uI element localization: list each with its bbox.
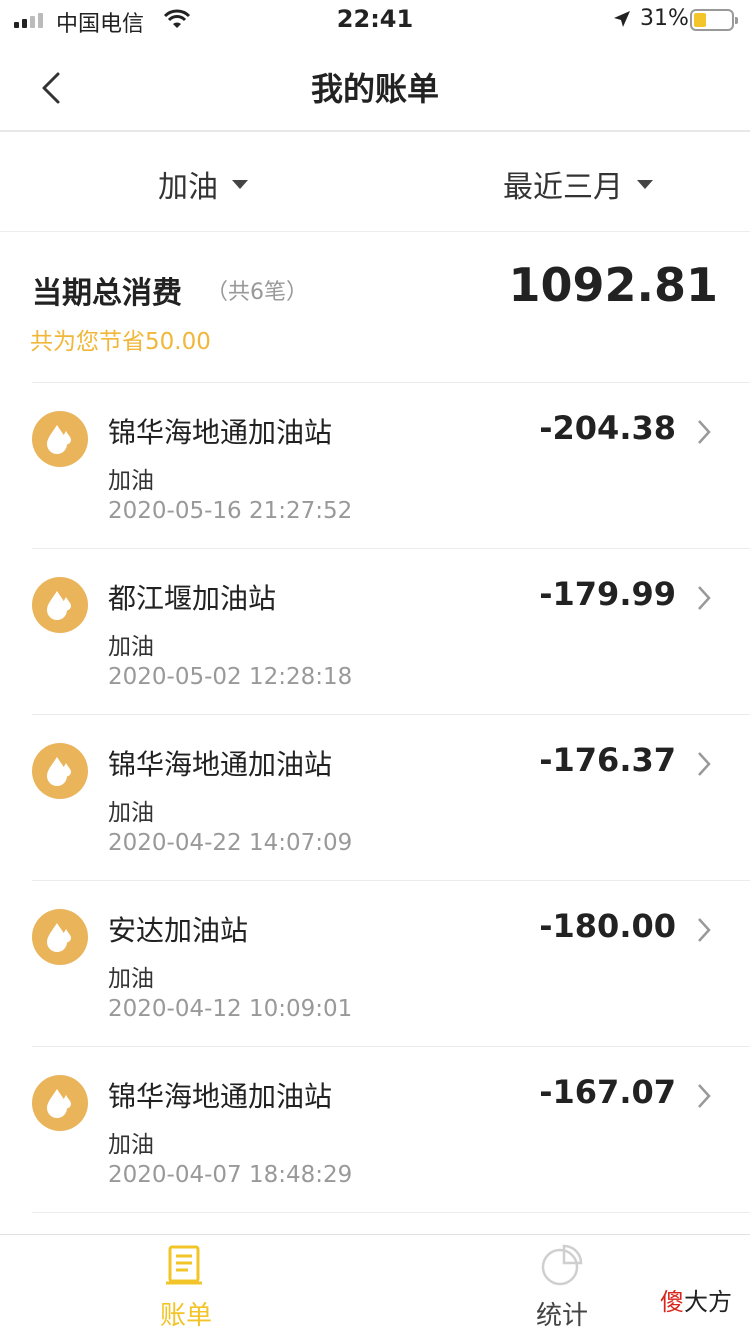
tab-bill-label: 账单 [159,1301,212,1331]
range-filter-label: 最近三月 [503,170,623,205]
summary-count: （共6笔） [206,280,308,305]
transaction-name: 锦华海地通加油站 [108,1080,333,1113]
summary-section: 当期总消费 （共6笔） 1092.81 共为您节省50.00 [0,232,750,382]
transaction-name: 锦华海地通加油站 [108,748,333,781]
list-divider [32,1212,750,1213]
transaction-time: 2020-04-12 10:09:01 [108,996,353,1022]
oil-drop-icon [32,1075,88,1131]
transaction-row[interactable]: 锦华海地通加油站 加油 2020-04-07 18:48:29 -167.07 [32,1046,750,1212]
oil-drop-icon [32,743,88,799]
transaction-row[interactable]: 锦华海地通加油站 加油 2020-04-22 14:07:09 -176.37 [32,714,750,880]
chevron-right-icon [698,420,711,444]
transaction-name: 都江堰加油站 [108,582,277,615]
watermark-rest: 大方 [684,1288,732,1316]
transaction-amount: -167.07 [539,1073,676,1111]
oil-drop-icon [32,577,88,633]
transaction-time: 2020-05-16 21:27:52 [108,498,353,524]
transaction-time: 2020-04-07 18:48:29 [108,1162,353,1188]
type-filter-label: 加油 [158,170,218,205]
caret-down-icon [232,179,248,189]
transaction-list: 锦华海地通加油站 加油 2020-05-16 21:27:52 -204.38 … [0,382,750,1213]
oil-drop-icon [32,909,88,965]
chevron-right-icon [698,586,711,610]
transaction-amount: -180.00 [539,907,676,945]
transaction-amount: -179.99 [539,575,676,613]
transaction-name: 安达加油站 [108,914,249,947]
transaction-amount: -176.37 [539,741,676,779]
bottom-tab-bar: 账单 统计 [0,1234,750,1334]
tab-bill[interactable]: 账单 [126,1243,246,1332]
transaction-name: 锦华海地通加油站 [108,416,333,449]
tab-stats[interactable]: 统计 [502,1243,622,1332]
battery-percent: 31% [640,6,689,31]
battery-icon [690,9,738,31]
transaction-category: 加油 [108,634,154,660]
tab-stats-label: 统计 [535,1301,588,1331]
watermark: 傻大方 [660,1282,732,1317]
status-time: 22:41 [336,5,414,33]
oil-drop-icon [32,411,88,467]
transaction-category: 加油 [108,1132,154,1158]
transaction-category: 加油 [108,468,154,494]
chevron-right-icon [698,752,711,776]
summary-label: 当期总消费 [32,276,182,311]
filter-bar: 加油 最近三月 [0,132,750,232]
transaction-category: 加油 [108,800,154,826]
transaction-time: 2020-04-22 14:07:09 [108,830,353,856]
transaction-row[interactable]: 锦华海地通加油站 加油 2020-05-16 21:27:52 -204.38 [32,382,750,548]
page-title: 我的账单 [310,70,439,108]
summary-total: 1092.81 [508,258,718,312]
location-arrow-icon [614,11,630,27]
transaction-time: 2020-05-02 12:28:18 [108,664,353,690]
transaction-category: 加油 [108,966,154,992]
watermark-red: 傻 [660,1288,684,1316]
transaction-amount: -204.38 [539,409,676,447]
nav-bar: 我的账单 [0,40,750,132]
status-bar: 中国电信 22:41 31% [0,0,750,40]
caret-down-icon [637,179,653,189]
transaction-row[interactable]: 都江堰加油站 加油 2020-05-02 12:28:18 -179.99 [32,548,750,714]
pie-chart-icon [541,1244,583,1286]
transaction-row[interactable]: 安达加油站 加油 2020-04-12 10:09:01 -180.00 [32,880,750,1046]
chevron-right-icon [698,918,711,942]
range-filter-dropdown[interactable]: 最近三月 [503,162,653,206]
type-filter-dropdown[interactable]: 加油 [158,162,248,206]
bill-list-icon [166,1245,202,1285]
summary-saved: 共为您节省50.00 [30,329,211,355]
chevron-right-icon [698,1084,711,1108]
